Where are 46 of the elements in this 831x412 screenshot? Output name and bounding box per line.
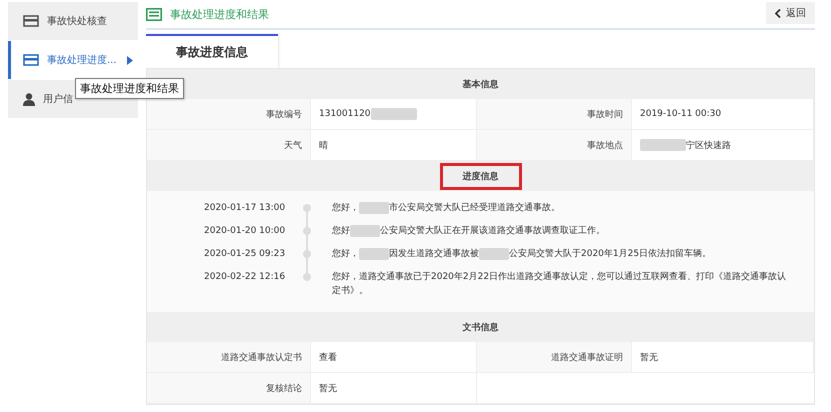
- entry-time: 2020-01-25 09:23: [203, 248, 282, 261]
- field-label: 复核结论: [147, 373, 311, 403]
- chevron-left-icon: [775, 8, 781, 18]
- entry-message: 您好: [332, 226, 350, 236]
- redaction-blur: [640, 139, 686, 151]
- section-title: 进度信息: [440, 162, 522, 190]
- field-label: 道路交通事故认定书: [147, 342, 311, 372]
- field-value: 晴: [319, 140, 328, 152]
- entry-message: 您好，: [332, 249, 359, 259]
- field-label: 天气: [147, 130, 311, 160]
- caret-icon: [126, 56, 133, 64]
- back-button[interactable]: 返回: [766, 2, 815, 24]
- field-value: 宁区快速路: [686, 140, 731, 152]
- entry-message: 您好，道路交通事故已于2020年2月22日作出道路交通事故认定，您可以通过互联网查看、打印《道路交通事故认定书》。: [332, 272, 786, 296]
- field-value: 暂无: [640, 352, 658, 364]
- entry-time: 2020-01-20 10:00: [203, 225, 282, 238]
- entry-message: 市公安局交警大队已经受理道路交通事故。: [389, 203, 560, 213]
- field-label: 事故时间: [477, 99, 632, 129]
- field-value: 2019-10-11 00:30: [640, 109, 722, 119]
- entry-time: 2020-02-22 12:16: [203, 271, 282, 284]
- redaction-blur: [350, 224, 380, 237]
- section-title: 文书信息: [462, 321, 500, 334]
- entry-message: 公安局交警大队于2020年1月25日依法扣留车辆。: [509, 249, 712, 259]
- section-title: 基本信息: [462, 78, 500, 92]
- entry-time: 2020-01-17 13:00: [203, 202, 282, 215]
- page-title: 事故处理进度和结果: [170, 6, 270, 22]
- redaction-blur: [479, 248, 509, 260]
- field-value: 暂无: [319, 382, 337, 394]
- field-value: 查看: [319, 352, 337, 364]
- card-icon: [23, 15, 39, 27]
- field-label: 事故地点: [477, 130, 632, 160]
- field-label: 事故编号: [147, 99, 311, 129]
- redaction-blur: [370, 108, 417, 120]
- sidebar-item[interactable]: 事故快处核查: [8, 2, 138, 40]
- tooltip: 事故处理进度和结果: [75, 78, 184, 99]
- timeline-dot: [303, 273, 311, 281]
- field-value: 131001120: [319, 109, 371, 119]
- entry-message: 因发生道路交通事故被: [389, 249, 479, 259]
- list-icon: [146, 8, 162, 20]
- redaction-blur: [359, 248, 389, 260]
- user-icon: [23, 92, 35, 106]
- entry-message: 公安局交警大队正在开展该道路交通事故调查取证工作。: [380, 226, 605, 236]
- card-icon: [23, 54, 39, 66]
- redaction-blur: [359, 202, 389, 214]
- field-label: 道路交通事故证明: [477, 342, 632, 372]
- entry-message: 您好，: [332, 203, 359, 213]
